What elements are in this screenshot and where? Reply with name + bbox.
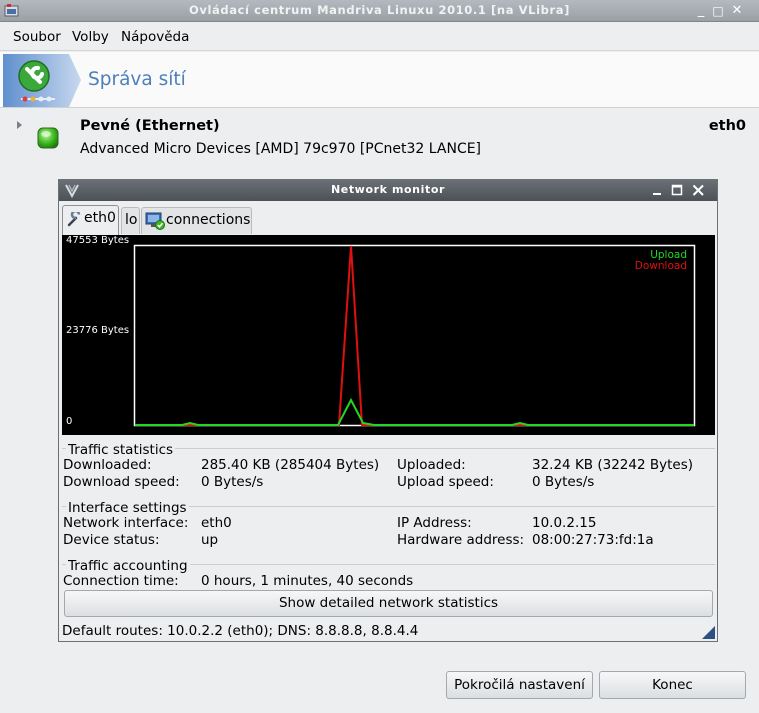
menu-options[interactable]: Volby [72,29,109,45]
network-connected-icon [145,212,165,230]
downloaded-label: Downloaded: [63,457,152,473]
window-title: Ovládací centrum Mandriva Linuxu 2010.1 … [189,3,570,17]
menu-help[interactable]: Nápověda [121,29,189,45]
graph-max-label: 47553 Bytes [66,235,130,246]
download-speed-label: Download speed: [63,474,180,490]
tab-lo[interactable]: lo [121,207,140,234]
upload-speed-label: Upload speed: [397,474,494,490]
tab-connections[interactable]: connections [141,207,252,234]
network-interface-value: eth0 [201,515,232,531]
minimize-button[interactable]: _ [694,4,708,18]
upload-speed-value: 0 Bytes/s [532,474,595,490]
traffic-accounting-heading: Traffic accounting [66,558,190,574]
page-title: Správa sítí [88,69,186,90]
device-interface: eth0 [708,118,746,134]
menu-file[interactable]: Soubor [13,29,61,45]
device-status-value: up [201,532,219,548]
traffic-graph-canvas [133,244,696,427]
device-status-label: Device status: [63,532,160,548]
graph-mid-label: 23776 Bytes [66,325,130,336]
close-icon [692,184,704,196]
monitor-title: Network monitor [330,183,446,196]
show-detailed-statistics-button[interactable]: Show detailed network statistics [64,590,713,617]
download-speed-value: 0 Bytes/s [201,474,264,490]
network-monitor-window: Network monitor eth0 lo connections 4755… [58,179,718,642]
network-interface-label: Network interface: [63,515,189,531]
close-button[interactable]: ✕ [730,4,744,18]
tab-connections-label: connections [166,212,251,228]
status-bar: Default routes: 10.0.2.2 (eth0); DNS: 8.… [62,623,717,641]
legend-download: Download [634,260,687,272]
maximize-button[interactable]: □ [711,4,725,18]
device-name: Pevné (Ethernet) [80,118,220,134]
resize-grip-icon[interactable] [702,626,715,639]
menubar: Soubor Volby Nápověda [0,23,759,51]
interface-settings-heading: Interface settings [66,500,189,516]
network-tools-icon [3,54,81,107]
connection-status-icon [37,127,59,149]
quit-button[interactable]: Konec [599,671,746,699]
main-titlebar[interactable]: Ovládací centrum Mandriva Linuxu 2010.1 … [0,0,759,22]
advanced-settings-button[interactable]: Pokročilá nastavení [446,671,593,699]
graph-zero-label: 0 [66,416,73,427]
ip-address-label: IP Address: [397,515,472,531]
monitor-maximize-button[interactable] [670,183,685,198]
ip-address-value: 10.0.2.15 [532,515,597,531]
tab-lo-label: lo [125,212,138,228]
uploaded-value: 32.24 KB (32242 Bytes) [532,457,693,473]
connection-time-value: 0 hours, 1 minutes, 40 seconds [201,573,414,589]
monitor-minimize-button[interactable] [650,183,665,198]
traffic-graph: 47553 Bytes 23776 Bytes 0 Upload Downloa… [62,235,715,435]
monitor-titlebar[interactable]: Network monitor [59,180,717,201]
hardware-address-value: 08:00:27:73:fd:1a [532,532,654,548]
traffic-statistics-heading: Traffic statistics [66,442,176,458]
maximize-icon [671,184,683,196]
connection-time-label: Connection time: [63,573,179,589]
hardware-address-label: Hardware address: [397,532,525,548]
expander-arrow-icon[interactable] [17,121,22,129]
wrench-icon [67,212,81,227]
minimize-icon [653,193,661,195]
device-description: Advanced Micro Devices [AMD] 79c970 [PCn… [80,141,482,157]
monitor-close-button[interactable] [691,183,706,198]
header-banner: Správa sítí [0,52,759,108]
default-routes-text: Default routes: 10.0.2.2 (eth0); DNS: 8.… [62,623,419,639]
tab-eth0-label: eth0 [84,210,116,226]
tab-eth0[interactable]: eth0 [62,205,119,235]
upload-line [135,397,694,426]
downloaded-value: 285.40 KB (285404 Bytes) [201,457,380,473]
download-line [135,245,694,426]
uploaded-label: Uploaded: [397,457,466,473]
